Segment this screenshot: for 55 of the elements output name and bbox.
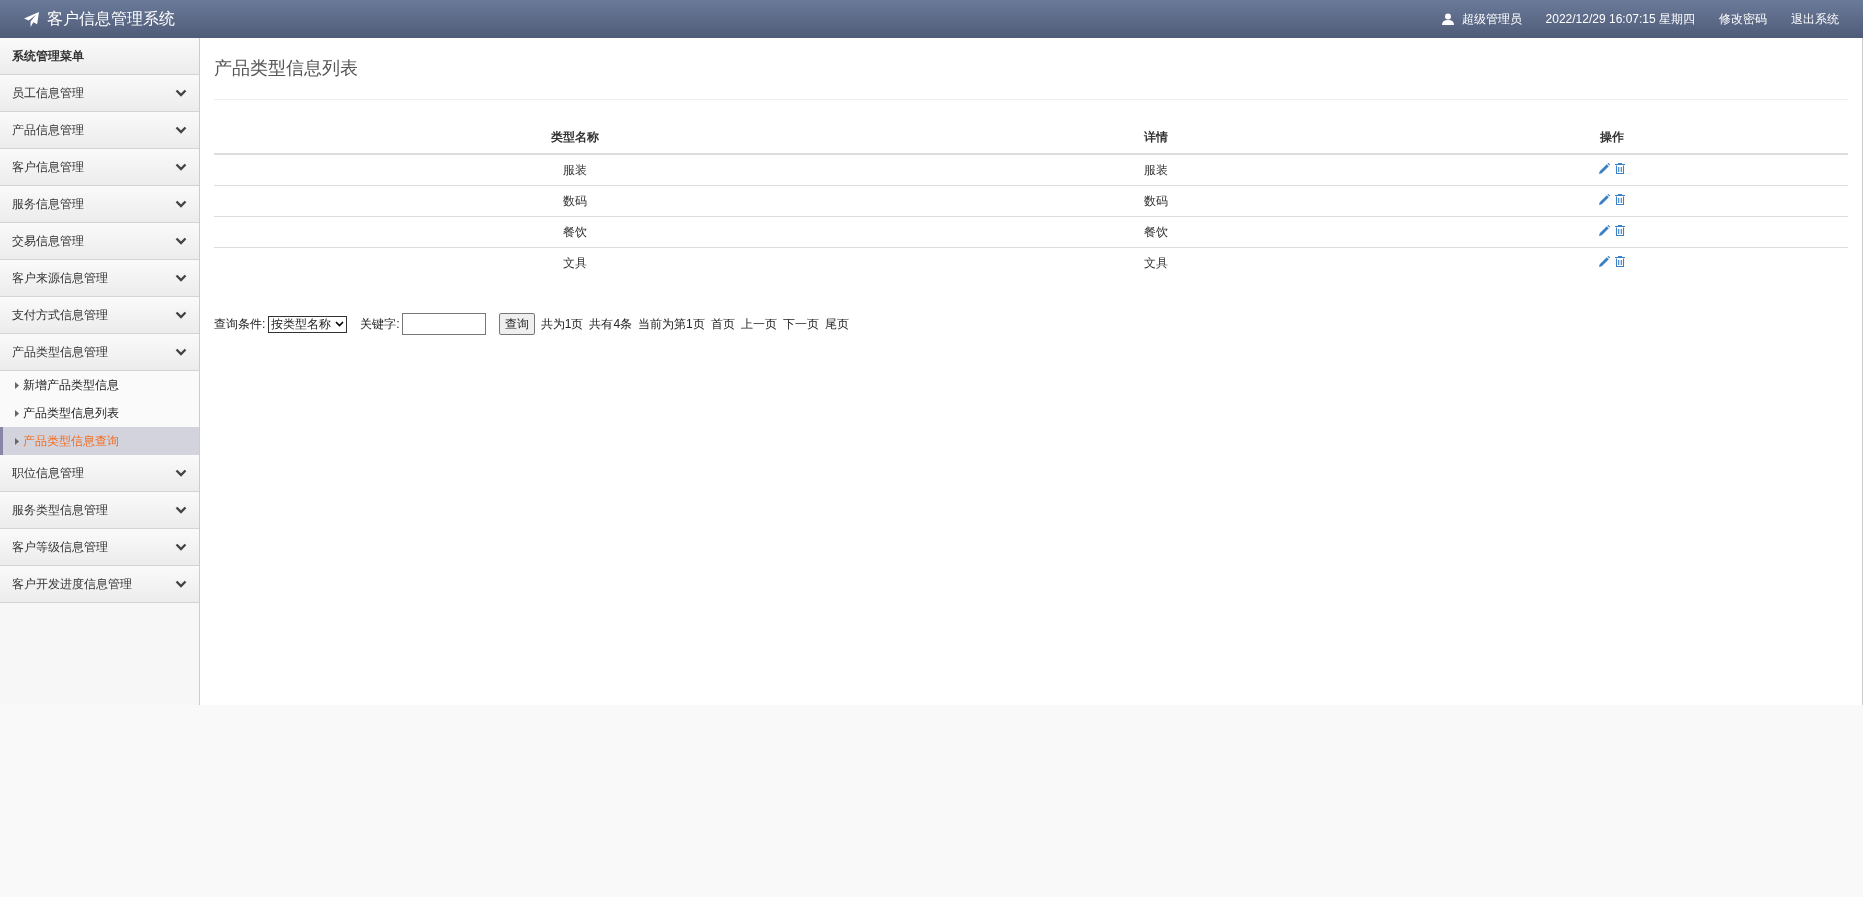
table-cell: 餐饮: [214, 216, 936, 247]
chevron-down-icon: [175, 274, 187, 282]
chevron-down-icon: [175, 506, 187, 514]
pagination-info: 共为1页: [540, 316, 584, 333]
chevron-down-icon: [335, 321, 345, 327]
table-cell: 文具: [936, 247, 1376, 278]
app-title: 客户信息管理系统: [47, 9, 175, 29]
chevron-down-icon: [175, 200, 187, 208]
pagination-link[interactable]: 上一页: [740, 315, 777, 333]
chevron-down-icon: [175, 580, 187, 588]
trash-icon[interactable]: [1615, 162, 1625, 174]
chevron-down-icon: [175, 348, 187, 356]
trash-icon[interactable]: [1615, 193, 1625, 205]
table-cell: 数码: [936, 185, 1376, 216]
search-button[interactable]: 查询: [498, 313, 535, 335]
keyword-label: 关键字:: [360, 316, 400, 333]
pagination-info: 共有4条: [589, 316, 633, 333]
table-cell: 数码: [214, 185, 936, 216]
pagination-link[interactable]: 下一页: [782, 315, 819, 333]
pagination-link[interactable]: 首页: [710, 315, 735, 333]
column-header: 类型名称: [214, 121, 936, 154]
caret-right-icon: [15, 381, 19, 389]
table-cell: 餐饮: [936, 216, 1376, 247]
chevron-down-icon: [175, 89, 187, 97]
header-link[interactable]: 退出系统: [1791, 10, 1839, 28]
column-header: 详情: [936, 121, 1376, 154]
header-link[interactable]: 修改密码: [1719, 10, 1767, 28]
chevron-down-icon: [175, 237, 187, 245]
user-name: 超级管理员: [1461, 11, 1522, 28]
condition-label: 查询条件:: [214, 316, 266, 333]
table-cell: 服装: [936, 154, 1376, 185]
table-cell: 文具: [214, 247, 936, 278]
edit-icon[interactable]: [1599, 193, 1610, 205]
caret-right-icon: [15, 437, 19, 445]
keyword-field[interactable]: [401, 313, 486, 335]
chevron-down-icon: [175, 311, 187, 319]
user-icon: [1441, 13, 1454, 25]
trash-icon[interactable]: [1615, 255, 1625, 267]
pagination-info: 当前为第1页: [638, 316, 705, 333]
edit-icon[interactable]: [1599, 162, 1610, 174]
date-time: 2022/12/29 16:07:15 星期四: [1545, 11, 1695, 28]
table-cell: 服装: [214, 154, 936, 185]
chevron-down-icon: [175, 126, 187, 134]
edit-icon[interactable]: [1599, 255, 1610, 267]
caret-right-icon: [15, 409, 19, 417]
page-title: 产品类型信息列表: [214, 38, 1848, 100]
trash-icon[interactable]: [1615, 224, 1625, 236]
pagination-link[interactable]: 尾页: [824, 315, 849, 333]
chevron-down-icon: [175, 163, 187, 171]
chevron-down-icon: [175, 543, 187, 551]
edit-icon[interactable]: [1599, 224, 1610, 236]
condition-select[interactable]: 按类型名称: [268, 315, 348, 333]
column-header: 操作: [1376, 121, 1848, 154]
chevron-down-icon: [175, 469, 187, 477]
paper-plane-icon: [24, 11, 39, 27]
